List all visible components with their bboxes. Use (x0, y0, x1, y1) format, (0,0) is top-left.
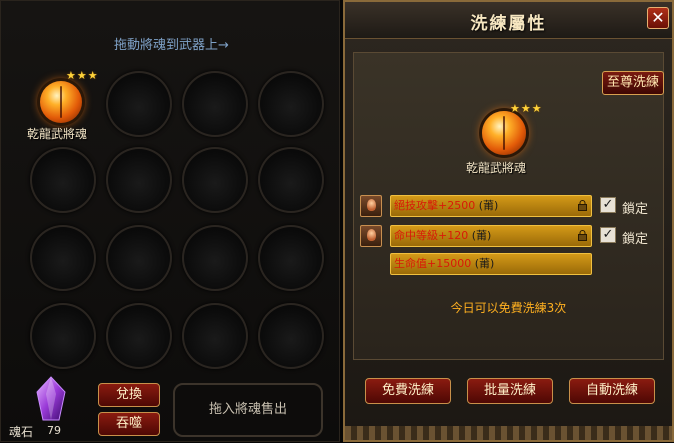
attribute-icon (360, 195, 382, 217)
soul-orb-icon (40, 81, 82, 123)
attribute-row: 生命值+15000 (莆) (360, 253, 600, 275)
dialog-title-bar: 洗練屬性 ✕ (345, 2, 672, 39)
free-refine-info: 今日可以免費洗練3次 (450, 301, 567, 315)
soul-slot[interactable] (106, 147, 172, 213)
soul-slot[interactable] (106, 71, 172, 137)
soul-orb-icon (482, 111, 526, 155)
soul-slot[interactable] (182, 225, 248, 291)
soul-name: 乾龍武將魂 (27, 127, 88, 141)
lock-checkbox[interactable]: ✓ (600, 227, 616, 243)
three-stars-icon: ★ ★ ★ (66, 69, 98, 82)
attribute-name: 生命值+15000 (394, 257, 472, 270)
soul-slot[interactable] (30, 147, 96, 213)
soul-slot[interactable] (258, 225, 324, 291)
soul-name: 乾龍武將魂 (466, 161, 527, 175)
soul-slot[interactable] (182, 147, 248, 213)
lock-checkbox[interactable]: ✓ (600, 197, 616, 213)
attribute-quality: (莆) (474, 257, 495, 270)
attribute-quality: (莆) (478, 199, 499, 212)
free-refine-button[interactable]: 免費洗練 (365, 378, 451, 404)
soul-stone-label: 魂石 (9, 425, 34, 439)
dialog-title: 洗練屬性 (470, 14, 547, 34)
soul-inventory-panel: 拖動將魂到武器上→ ★ ★ ★ 乾龍武將魂 魂石 79 兌換 吞噬 拖入將魂售出 (0, 0, 340, 442)
attribute-icon (360, 225, 382, 247)
soul-slot-equipped[interactable]: ★ ★ ★ 乾龍武將魂 (27, 69, 98, 141)
soul-slot[interactable] (258, 71, 324, 137)
attribute-row: 命中等級+120 (莆) ✓ 鎖定 (360, 225, 660, 247)
soul-slot[interactable] (258, 147, 324, 213)
bottom-bar: 魂石 79 兌換 吞噬 拖入將魂售出 (1, 373, 341, 443)
soul-stone-crystal-icon (36, 376, 66, 421)
soul-slot[interactable] (30, 303, 96, 369)
decorative-border (345, 426, 672, 440)
refine-content: 至尊洗練 ★ ★ ★ 乾龍武將魂 絕技攻擊+2500 (莆) ✓ 鎖定 命中等級… (353, 52, 664, 360)
attribute-bar: 生命值+15000 (莆) (390, 253, 592, 275)
attribute-bar: 命中等級+120 (莆) (390, 225, 592, 247)
refine-dialog: 洗練屬性 ✕ 至尊洗練 ★ ★ ★ 乾龍武將魂 絕技攻擊+2500 (莆) ✓ 鎖定 (343, 0, 674, 442)
attribute-quality: (莆) (471, 229, 492, 242)
drag-hint: 拖動將魂到武器上→ (114, 38, 229, 53)
lock-icon (578, 230, 587, 241)
exchange-button[interactable]: 兌換 (98, 383, 160, 407)
soul-slot[interactable] (30, 225, 96, 291)
lock-label: 鎖定 (622, 202, 649, 217)
attribute-bar: 絕技攻擊+2500 (莆) (390, 195, 592, 217)
supreme-refine-button[interactable]: 至尊洗練 (602, 71, 664, 95)
attribute-row: 絕技攻擊+2500 (莆) ✓ 鎖定 (360, 195, 660, 217)
auto-refine-button[interactable]: 自動洗練 (569, 378, 655, 404)
devour-button[interactable]: 吞噬 (98, 412, 160, 436)
soul-stone-count: 79 (47, 424, 61, 437)
attribute-name: 命中等級+120 (394, 229, 469, 242)
batch-refine-button[interactable]: 批量洗練 (467, 378, 553, 404)
soul-slot[interactable] (182, 303, 248, 369)
lock-icon (578, 200, 587, 211)
soul-slot[interactable] (258, 303, 324, 369)
three-stars-icon: ★ ★ ★ (510, 102, 542, 115)
sell-drop-zone[interactable]: 拖入將魂售出 (173, 383, 323, 437)
attribute-name: 絕技攻擊+2500 (394, 199, 476, 212)
soul-slot[interactable] (106, 225, 172, 291)
soul-slot[interactable] (106, 303, 172, 369)
soul-slot[interactable] (182, 71, 248, 137)
lock-label: 鎖定 (622, 232, 649, 247)
close-button[interactable]: ✕ (647, 7, 669, 29)
